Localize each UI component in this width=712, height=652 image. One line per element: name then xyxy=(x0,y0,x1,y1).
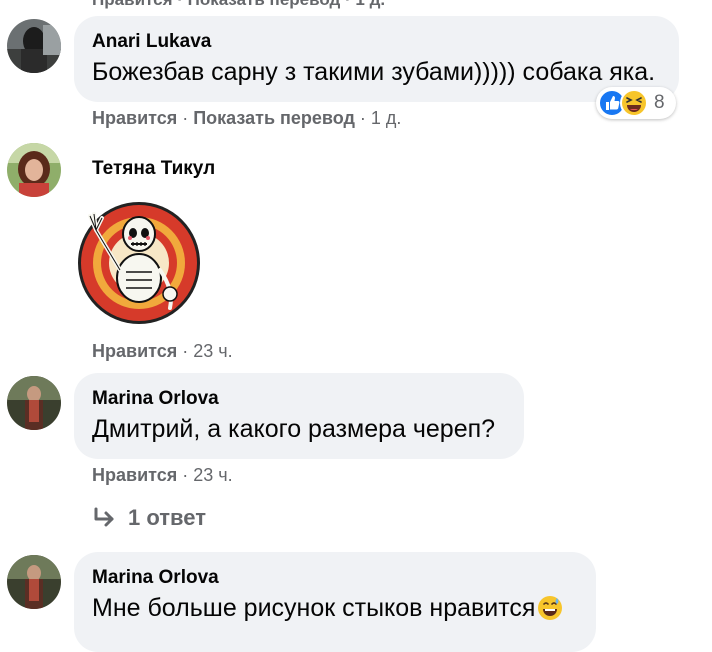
comment-actions: Нравится · 23 ч. xyxy=(92,465,233,485)
like-button[interactable]: Нравится xyxy=(92,108,177,128)
like-button[interactable]: Нравится xyxy=(92,341,177,361)
comment-bubble: Marina Orlova Мне больше рисунок стыков … xyxy=(74,552,596,652)
reply-arrow-icon xyxy=(94,507,114,527)
previous-comment-actions: Нравится · Показать перевод · 1 д. xyxy=(92,0,385,10)
comment-bubble: Anari Lukava Божезбав сарну з такими зуб… xyxy=(74,16,679,102)
avatar[interactable] xyxy=(7,19,61,73)
reaction-summary[interactable]: 8 xyxy=(596,87,676,119)
comment-timestamp[interactable]: 1 д. xyxy=(371,108,402,128)
comment-author[interactable]: Anari Lukava xyxy=(92,30,661,54)
comment-timestamp[interactable]: 23 ч. xyxy=(193,465,232,485)
avatar[interactable] xyxy=(7,555,61,609)
replies-label: 1 ответ xyxy=(128,505,206,530)
avatar[interactable] xyxy=(7,143,61,197)
comment-author[interactable]: Marina Orlova xyxy=(92,387,506,411)
grinning-sweat-emoji-icon xyxy=(538,596,563,620)
comment-text: Дмитрий, а какого размера череп? xyxy=(92,415,496,443)
like-button[interactable]: Нравится xyxy=(92,465,177,485)
comment-bubble: Marina Orlova Дмитрий, а какого размера … xyxy=(74,373,524,459)
laughing-emoji-icon xyxy=(620,89,648,117)
comment-text: Божезбав сарну з такими зубами))))) соба… xyxy=(92,58,656,86)
translate-button[interactable]: Показать перевод xyxy=(193,108,355,128)
skeleton-sticker[interactable] xyxy=(76,200,202,326)
comment-timestamp[interactable]: 23 ч. xyxy=(193,341,232,361)
comment-text-content: Мне больше рисунок стыков нравится xyxy=(92,594,536,622)
comment-text: Мне больше рисунок стыков нравится xyxy=(92,592,578,624)
comment-actions: Нравится · Показать перевод · 1 д. xyxy=(92,108,402,128)
avatar[interactable] xyxy=(7,376,61,430)
comment-author[interactable]: Marina Orlova xyxy=(92,566,578,590)
view-replies-button[interactable]: 1 ответ xyxy=(92,505,206,531)
reaction-count: 8 xyxy=(654,92,665,113)
comment-author[interactable]: Тетяна Тикул xyxy=(92,158,215,180)
comment-actions: Нравится · 23 ч. xyxy=(92,341,233,361)
